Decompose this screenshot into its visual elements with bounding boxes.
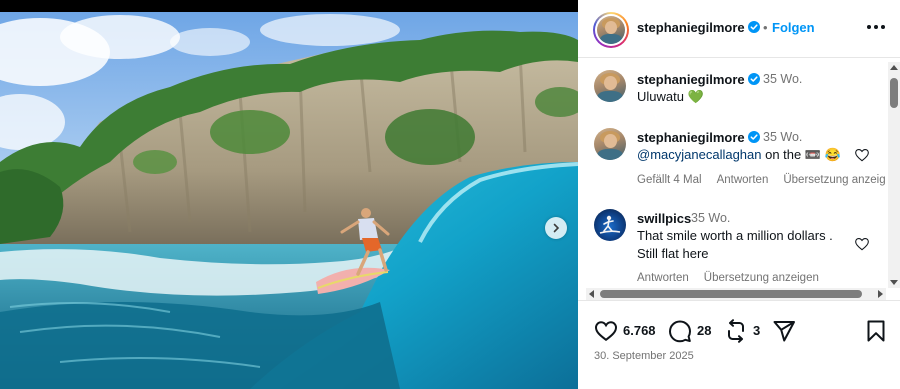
mention-link[interactable]: @macyjanecallaghan bbox=[637, 147, 762, 162]
verified-badge-icon bbox=[747, 21, 760, 33]
reply-button[interactable]: Antworten bbox=[717, 174, 769, 186]
comment-meta: Antworten Übersetzung anzeigen bbox=[637, 272, 834, 284]
caption-text-body: Uluwatu bbox=[637, 89, 684, 104]
verified-badge-icon bbox=[747, 131, 760, 143]
translate-button[interactable]: Übersetzung anzeigen bbox=[704, 272, 819, 284]
caption-username-text: stephaniegilmore bbox=[637, 72, 745, 87]
avatar-image bbox=[597, 16, 625, 44]
scroll-right-arrow[interactable] bbox=[878, 290, 883, 298]
post-actions: 6.768 28 3 30. September 2025 bbox=[578, 300, 900, 389]
comment-text-line-2: Still flat here bbox=[637, 246, 709, 261]
repost-icon[interactable] bbox=[724, 319, 748, 343]
post-side-panel: stephaniegilmore • Folgen stephaniegilmo… bbox=[578, 0, 900, 389]
comment-username-text: stephaniegilmore bbox=[637, 130, 745, 145]
caption-text: Uluwatu 💚 bbox=[637, 88, 704, 106]
comment-username[interactable]: swillpics bbox=[637, 211, 691, 226]
likes-count[interactable]: 6.768 bbox=[623, 323, 656, 338]
author-avatar[interactable] bbox=[593, 12, 629, 48]
comment-time: 35 Wo. bbox=[763, 130, 803, 144]
comments-horizontal-scrollbar[interactable] bbox=[586, 288, 886, 300]
comment-avatar[interactable] bbox=[594, 209, 626, 241]
green-heart-emoji: 💚 bbox=[687, 89, 704, 104]
comment-text: @macyjanecallaghan on the 📼 😂 bbox=[637, 146, 841, 164]
comment-emoji: 📼 😂 bbox=[804, 147, 841, 162]
next-media-button[interactable] bbox=[545, 217, 567, 239]
scroll-down-arrow[interactable] bbox=[890, 280, 898, 285]
post-header: stephaniegilmore • Folgen bbox=[578, 0, 900, 58]
caption-username[interactable]: stephaniegilmore bbox=[637, 72, 760, 87]
chevron-right-icon bbox=[553, 223, 560, 233]
comment-meta: Gefällt 4 Mal Antworten Übersetzung anzeig bbox=[637, 174, 888, 186]
comment-text-body: on the bbox=[761, 147, 805, 162]
author-username-text: stephaniegilmore bbox=[637, 20, 745, 35]
instagram-post-viewer: stephaniegilmore • Folgen stephaniegilmo… bbox=[0, 0, 900, 389]
comment-time: 35 Wo. bbox=[691, 211, 731, 225]
comments-vertical-scrollbar[interactable] bbox=[888, 62, 900, 288]
comment-likes-count[interactable]: Gefällt 4 Mal bbox=[637, 174, 702, 186]
caption-avatar[interactable] bbox=[594, 70, 626, 102]
reposts-count[interactable]: 3 bbox=[753, 323, 760, 338]
scroll-left-arrow[interactable] bbox=[589, 290, 594, 298]
surf-photo bbox=[0, 12, 578, 389]
verified-badge-icon bbox=[747, 73, 760, 85]
like-heart-icon[interactable] bbox=[594, 319, 618, 343]
comments-count[interactable]: 28 bbox=[697, 323, 711, 338]
comments-list[interactable]: stephaniegilmore 35 Wo. Uluwatu 💚 stepha… bbox=[578, 58, 888, 288]
post-date[interactable]: 30. September 2025 bbox=[594, 350, 694, 362]
like-comment-heart-icon[interactable] bbox=[854, 236, 870, 252]
comment-bubble-icon[interactable] bbox=[668, 319, 692, 343]
scroll-thumb[interactable] bbox=[600, 290, 862, 298]
comment-text-line-1: That smile worth a million dollars . bbox=[637, 228, 833, 243]
post-media[interactable] bbox=[0, 12, 578, 389]
caption-time: 35 Wo. bbox=[763, 72, 803, 86]
translate-button[interactable]: Übersetzung anzeig bbox=[783, 174, 885, 186]
like-comment-heart-icon[interactable] bbox=[854, 147, 870, 163]
comment-avatar[interactable] bbox=[594, 128, 626, 160]
header-separator: • bbox=[763, 20, 768, 35]
reply-button[interactable]: Antworten bbox=[637, 272, 689, 284]
scroll-up-arrow[interactable] bbox=[890, 65, 898, 70]
follow-button[interactable]: Folgen bbox=[772, 20, 815, 35]
comment-username[interactable]: stephaniegilmore bbox=[637, 130, 760, 145]
share-send-icon[interactable] bbox=[772, 319, 796, 343]
scroll-thumb[interactable] bbox=[890, 78, 898, 108]
more-options-icon[interactable] bbox=[865, 17, 887, 37]
save-bookmark-icon[interactable] bbox=[864, 319, 888, 343]
author-username[interactable]: stephaniegilmore bbox=[637, 20, 760, 35]
surfer-silhouette-icon bbox=[599, 215, 621, 234]
